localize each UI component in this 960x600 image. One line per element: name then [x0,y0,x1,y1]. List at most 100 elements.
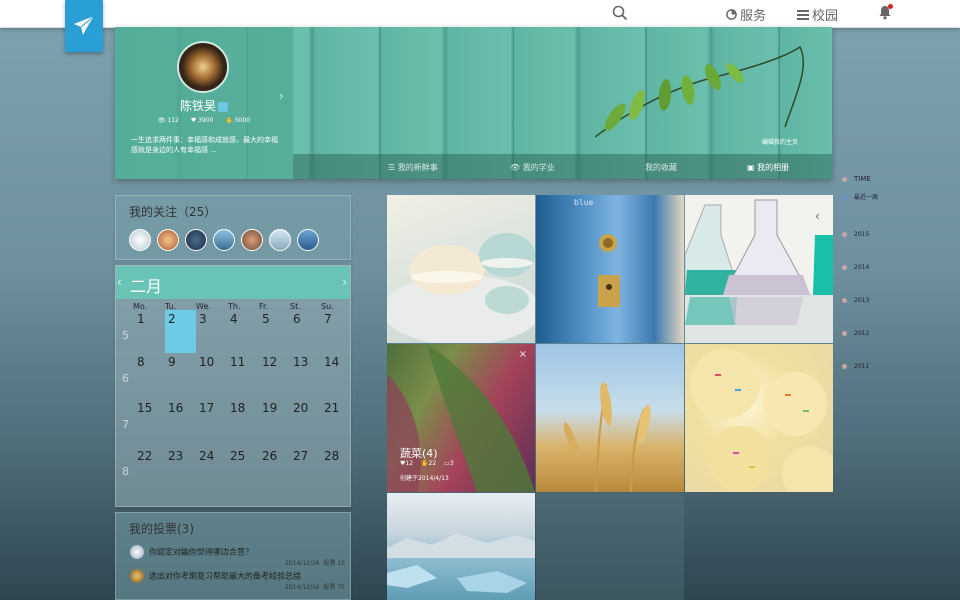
tab-favorites[interactable]: 我的收藏 [645,162,677,173]
chevron-right-icon[interactable]: › [279,89,284,103]
timeline-item[interactable]: 2011 [842,363,869,370]
avatar[interactable] [241,229,263,251]
tab-study[interactable]: 👁 我的学业 [510,162,555,173]
calendar-day[interactable]: 8 [137,355,145,369]
following-avatars [129,229,319,251]
timeline-dot [842,298,847,303]
avatar[interactable] [129,229,151,251]
calendar-day[interactable]: 21 [324,401,339,415]
calendar-day[interactable]: 4 [230,312,238,326]
calendar-day[interactable]: 20 [293,401,308,415]
album-photo-wheat[interactable] [536,344,684,492]
tab-album[interactable]: ▣ 我的相册 [747,162,789,173]
thumbs-stat: ✋ 5000 [225,117,251,124]
album-title: 蔬菜(4) [400,447,438,460]
notification-bell-icon[interactable] [878,4,893,20]
avatar[interactable] [185,229,207,251]
door-hardware-image [598,234,620,307]
calendar-day[interactable]: 9 [168,355,176,369]
calendar-day[interactable]: 1 [137,312,145,326]
calendar-day[interactable]: 25 [230,449,245,463]
vote-count: 投票 15 [323,560,345,567]
timeline-label: 2011 [854,363,870,370]
vote-meta: 2014/12/26 投票 15 [285,558,345,567]
album-photo-cookies[interactable] [685,344,833,492]
album-photo-blue-door[interactable]: blue [536,195,684,343]
following-card: 我的关注（25） [115,195,351,260]
album-photo-iceberg[interactable] [387,493,535,600]
week-number: 6 [122,372,129,385]
views-count: 112 [167,117,179,124]
calendar-day[interactable]: 28 [324,449,339,463]
album-photo-flasks[interactable]: ‹ [685,195,833,343]
week-number: 7 [122,418,129,431]
calendar-day[interactable]: 12 [262,355,277,369]
calendar-day[interactable]: 22 [137,449,152,463]
profile-panel: 陈铁昊 👁 112 ♥ 3900 ✋ 5000 一生追求两件事：幸福感和成就感，… [115,27,293,179]
chevron-left-icon[interactable]: ‹ [815,209,820,223]
calendar-day[interactable]: 2 [168,312,176,326]
edit-homepage-link[interactable]: 编辑我的主页 [762,137,798,146]
weekday-label: Fr. [259,302,269,311]
calendar-day[interactable]: 18 [230,401,245,415]
avatar[interactable] [157,229,179,251]
timeline-item[interactable]: 2015 [842,231,869,238]
service-menu[interactable]: 服务 [726,5,766,24]
calendar-day[interactable]: 24 [199,449,214,463]
calendar-day[interactable]: 17 [199,401,214,415]
home-logo[interactable] [65,0,103,52]
album-likes-count: 12 [405,460,414,467]
timeline-item[interactable]: 最近一周 [842,192,878,201]
album-photo-macarons[interactable] [387,195,535,343]
avatar[interactable] [269,229,291,251]
timeline-item[interactable]: 2014 [842,264,869,271]
calendar-day[interactable]: 3 [199,312,207,326]
calendar-day[interactable]: 10 [199,355,214,369]
search-icon[interactable] [612,5,628,21]
menu-icon [797,9,809,20]
leaves-image [595,45,804,138]
calendar-day[interactable]: 7 [324,312,332,326]
timeline-item[interactable]: TIME [842,175,871,183]
vote-date: 2014/12/16 [285,584,320,591]
calendar-day[interactable]: 11 [230,355,245,369]
timeline-item[interactable]: 2012 [842,330,869,337]
profile-banner: 陈铁昊 👁 112 ♥ 3900 ✋ 5000 一生追求两件事：幸福感和成就感，… [115,27,832,179]
timeline-label: 2013 [854,297,870,304]
campus-menu[interactable]: 校园 [797,5,838,24]
next-month-icon[interactable]: › [342,275,347,289]
calendar-day[interactable]: 15 [137,401,152,415]
tab-news[interactable]: ☰ 我的新鲜事 [388,162,438,173]
votes-title: 我的投票(3) [129,522,194,536]
album-thumbs: ✋22 [421,460,437,467]
calendar-day[interactable]: 6 [293,312,301,326]
album-comments: ▭3 [444,460,454,467]
calendar-day[interactable]: 14 [324,355,339,369]
avatar[interactable] [177,41,229,93]
calendar-day[interactable]: 27 [293,449,308,463]
notification-dot [888,4,893,9]
week-number: 5 [122,329,129,342]
calendar-day[interactable]: 16 [168,401,183,415]
timeline-label: 2014 [854,264,870,271]
profile-stats: 👁 112 ♥ 3900 ✋ 5000 [115,117,293,124]
calendar-day[interactable]: 23 [168,449,183,463]
calendar-day[interactable]: 26 [262,449,277,463]
calendar-day[interactable]: 5 [262,312,270,326]
tab-study-label: 我的学业 [522,163,555,172]
calendar-day[interactable]: 13 [293,355,308,369]
timeline-item[interactable]: 2013 [842,297,869,304]
album-photo-vegetables[interactable]: × 蔬菜(4) ♥12 ✋22 ▭3 创建于2014/4/13 [387,344,535,492]
avatar[interactable] [213,229,235,251]
profile-name-text: 陈铁昊 [179,99,216,113]
calendar-day[interactable]: 19 [262,401,277,415]
timeline-dot [842,364,847,369]
prev-month-icon[interactable]: ‹ [117,275,122,289]
close-icon[interactable]: × [519,349,527,360]
top-navigation-bar: 服务 校园 [0,0,960,28]
vote-item[interactable]: 选出对你考期复习帮助最大的备考经验总结 2014/12/16 投票 75 [130,569,345,591]
vote-item[interactable]: 你認定对鼬你觉得哪边合意？ 2014/12/26 投票 15 [130,545,345,567]
avatar[interactable] [297,229,319,251]
door-text: blue [574,198,594,207]
timeline-dot [842,232,847,237]
